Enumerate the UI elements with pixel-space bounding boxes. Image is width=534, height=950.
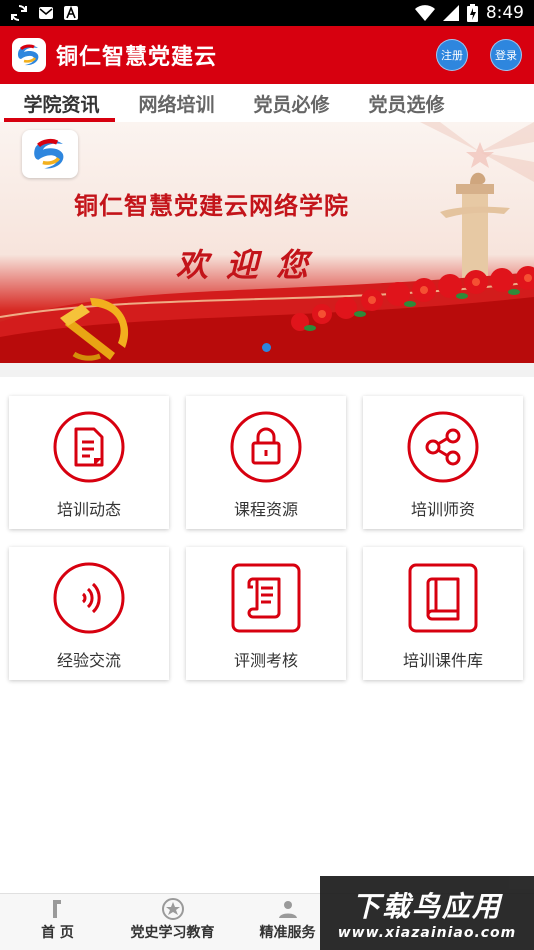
sync-icon	[11, 5, 27, 21]
app-title: 铜仁智慧党建云	[56, 45, 218, 70]
app-logo	[12, 38, 46, 72]
tab-elective-courses[interactable]: 党员选修	[349, 84, 464, 122]
grid-item-label: 培训师资	[410, 500, 475, 519]
grid-item-label: 课程资源	[233, 500, 298, 519]
watermark-url: www.xiazainiao.com	[337, 925, 517, 941]
signal-icon	[442, 5, 459, 21]
watermark-logo: 下载鸟应用 www.xiazainiao.com	[320, 876, 534, 950]
grid-item-label: 培训动态	[56, 500, 121, 519]
app-screen: 8:49 铜仁智慧党建云 注册 登录 学院资讯 网络培训 党员必修 党员选修 铜…	[0, 0, 534, 950]
scroll-icon	[231, 563, 301, 633]
grid-item-course-resources[interactable]: 课程资源	[186, 396, 346, 529]
watermark-title: 下载鸟应用	[351, 890, 502, 923]
nav-home[interactable]: 首 页	[0, 894, 115, 950]
a-icon	[64, 6, 78, 20]
grid-item-label: 经验交流	[56, 651, 121, 670]
mail-icon	[39, 7, 53, 19]
carousel-indicator	[262, 343, 271, 352]
grid-item-experience-exchange[interactable]: 经验交流	[9, 547, 169, 680]
banner-logo	[22, 130, 78, 178]
grid-item-training-news[interactable]: 培训动态	[9, 396, 169, 529]
tab-online-training[interactable]: 网络培训	[119, 84, 234, 122]
grid-item-assessment[interactable]: 评测考核	[186, 547, 346, 680]
section-divider	[0, 363, 534, 377]
logo-icon	[34, 138, 64, 169]
battery-icon	[466, 4, 478, 22]
tab-bar: 学院资讯 网络培训 党员必修 党员选修	[0, 84, 534, 122]
tab-required-courses[interactable]: 党员必修	[234, 84, 349, 122]
banner-carousel[interactable]: 铜仁智慧党建云网络学院 欢迎您	[0, 122, 534, 363]
logo-icon	[17, 44, 39, 66]
service-icon	[278, 901, 297, 918]
login-button[interactable]: 登录	[490, 39, 522, 71]
grid-item-trainers[interactable]: 培训师资	[363, 396, 523, 529]
lock-icon	[230, 411, 302, 483]
app-header: 铜仁智慧党建云 注册 登录	[0, 26, 534, 84]
star-icon	[161, 898, 184, 920]
tab-academy-news[interactable]: 学院资讯	[4, 84, 119, 122]
status-time: 8:49	[485, 3, 524, 23]
wifi-icon	[414, 5, 435, 21]
banner-welcome: 欢迎您	[176, 246, 327, 284]
register-button[interactable]: 注册	[436, 39, 468, 71]
grid-item-courseware-library[interactable]: 培训课件库	[363, 547, 523, 680]
nav-label: 精准服务	[259, 925, 316, 941]
grid-item-label: 培训课件库	[402, 651, 483, 670]
nav-label: 党史学习教育	[130, 925, 215, 941]
share-icon	[407, 411, 479, 483]
grid-item-label: 评测考核	[233, 651, 298, 670]
document-icon	[53, 411, 125, 483]
banner-title: 铜仁智慧党建云网络学院	[74, 191, 349, 220]
status-bar: 8:49	[0, 0, 534, 26]
home-icon	[52, 900, 61, 918]
nav-label: 首 页	[41, 925, 74, 941]
book-icon	[408, 563, 478, 633]
nav-party-history[interactable]: 党史学习教育	[115, 894, 230, 950]
sound-wave-icon	[53, 562, 125, 634]
